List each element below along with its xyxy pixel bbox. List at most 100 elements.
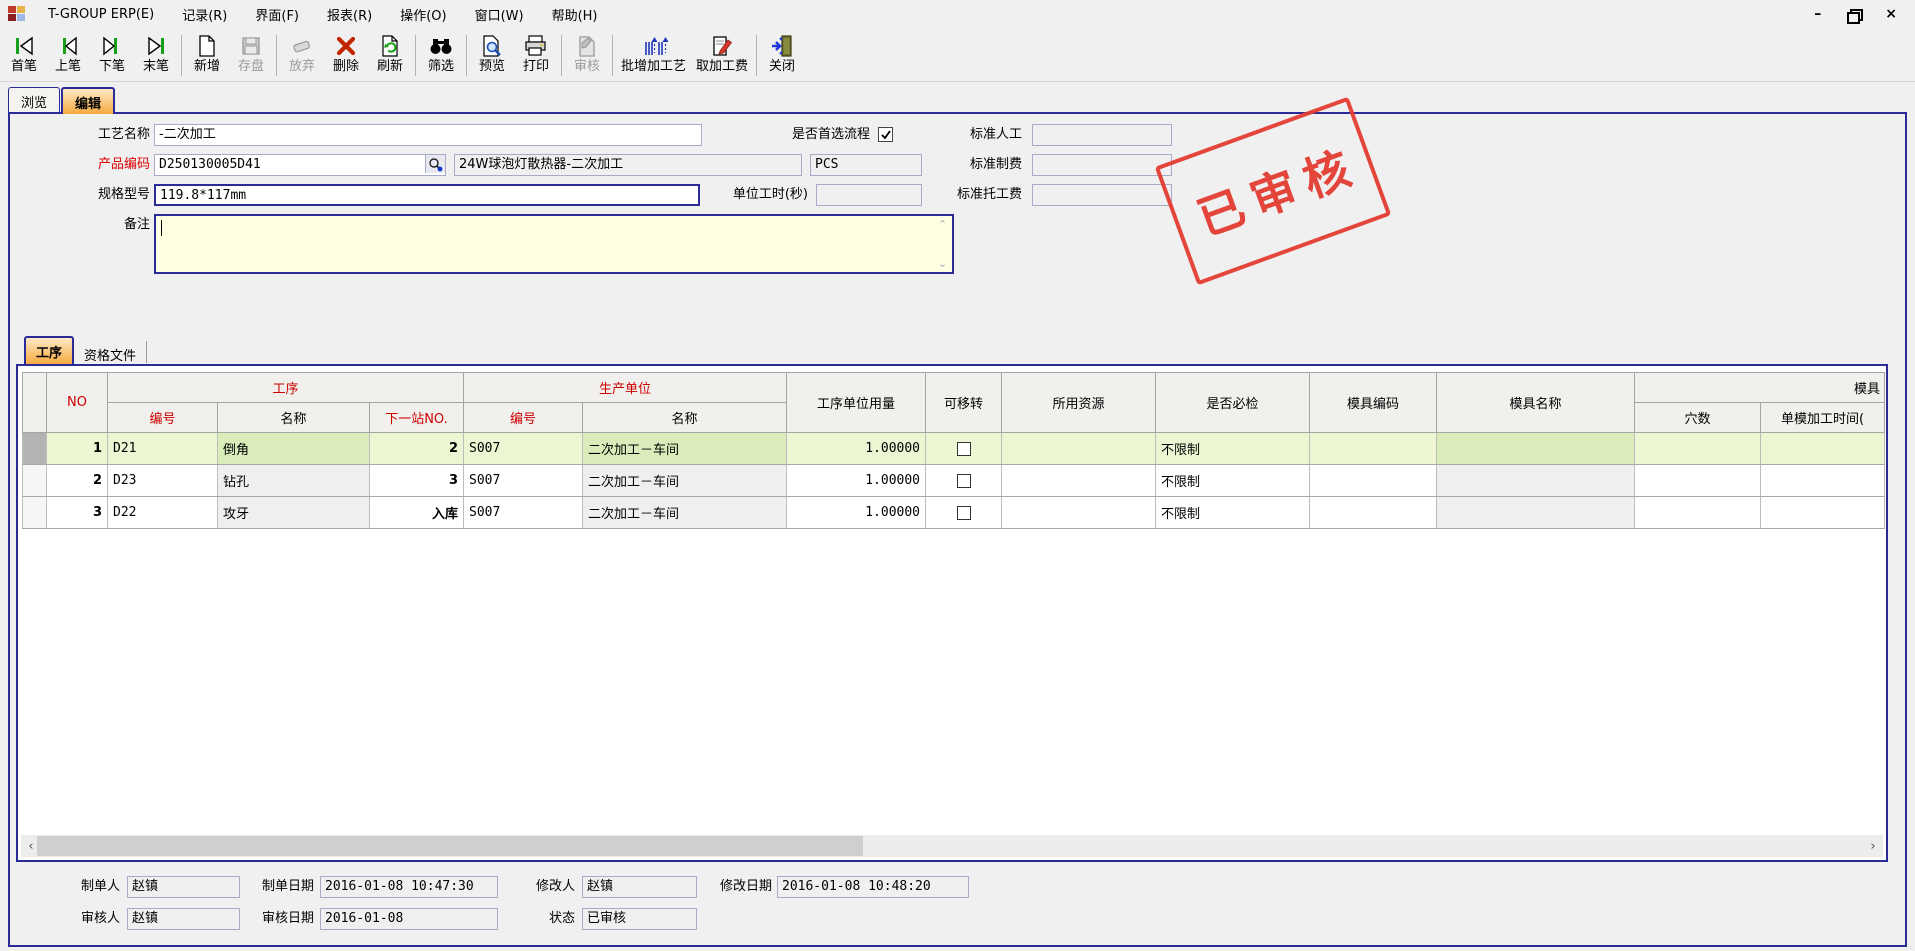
- scrollbar-thumb[interactable]: [37, 836, 863, 856]
- cell-mold-name[interactable]: [1437, 433, 1635, 465]
- subtab-process[interactable]: 工序: [24, 336, 74, 364]
- cell-unit-code[interactable]: S007: [464, 497, 583, 529]
- cell-unit-code[interactable]: S007: [464, 433, 583, 465]
- cell-next-station[interactable]: 2: [370, 433, 464, 465]
- cell-cavities[interactable]: [1635, 433, 1761, 465]
- cell-resources[interactable]: [1002, 497, 1156, 529]
- maker-label: 制单人: [40, 876, 120, 898]
- cell-mold-time[interactable]: [1761, 433, 1885, 465]
- menu-app[interactable]: T-GROUP ERP(E): [34, 2, 168, 27]
- spec-model-input[interactable]: 119.8*117mm: [154, 184, 700, 206]
- toolbar: 首笔 上笔 下笔 末笔 新增 存盘 放弃: [0, 28, 1915, 82]
- cell-mold-code[interactable]: [1310, 497, 1437, 529]
- tab-edit[interactable]: 编辑: [61, 87, 115, 114]
- menu-operation[interactable]: 操作(O): [386, 0, 460, 29]
- last-record-button[interactable]: 末笔: [134, 30, 178, 81]
- cell-mold-code[interactable]: [1310, 433, 1437, 465]
- cell-unit-usage[interactable]: 1.00000: [787, 497, 926, 529]
- cell-process-code[interactable]: D23: [108, 465, 218, 497]
- menu-window[interactable]: 窗口(W): [461, 0, 538, 29]
- cell-cavities[interactable]: [1635, 465, 1761, 497]
- refresh-button[interactable]: 刷新: [368, 30, 412, 81]
- cell-transferable[interactable]: [926, 433, 1002, 465]
- cell-no[interactable]: 1: [47, 433, 108, 465]
- preferred-flow-checkbox[interactable]: [878, 127, 893, 142]
- first-record-button[interactable]: 首笔: [2, 30, 46, 81]
- print-button[interactable]: 打印: [514, 30, 558, 81]
- delete-button[interactable]: 删除: [324, 30, 368, 81]
- table-row: 2 D23 钻孔 3 S007 二次加工－车间 1.00000 不限制: [23, 465, 1885, 497]
- std-outsource-fee-field: [1032, 184, 1172, 206]
- cell-resources[interactable]: [1002, 433, 1156, 465]
- cell-next-station[interactable]: 3: [370, 465, 464, 497]
- cell-must-check[interactable]: 不限制: [1156, 433, 1310, 465]
- row-selector[interactable]: [23, 497, 47, 529]
- transferable-checkbox[interactable]: [957, 442, 971, 456]
- cell-mold-time[interactable]: [1761, 465, 1885, 497]
- cell-unit-usage[interactable]: 1.00000: [787, 465, 926, 497]
- eraser-icon: [290, 32, 314, 59]
- cell-unit-name[interactable]: 二次加工－车间: [583, 433, 787, 465]
- batch-add-process-button[interactable]: 批增加工艺: [616, 30, 691, 81]
- cell-must-check[interactable]: 不限制: [1156, 465, 1310, 497]
- cell-process-code[interactable]: D21: [108, 433, 218, 465]
- minimize-icon[interactable]: –: [1814, 6, 1821, 22]
- restore-icon[interactable]: [1847, 9, 1859, 20]
- cell-cavities[interactable]: [1635, 497, 1761, 529]
- cell-mold-time[interactable]: [1761, 497, 1885, 529]
- col-cavities: 穴数: [1635, 403, 1761, 433]
- row-selector[interactable]: [23, 433, 47, 465]
- new-doc-icon: [196, 32, 218, 59]
- cell-process-name[interactable]: 攻牙: [218, 497, 370, 529]
- cell-unit-usage[interactable]: 1.00000: [787, 433, 926, 465]
- cell-must-check[interactable]: 不限制: [1156, 497, 1310, 529]
- horizontal-scrollbar[interactable]: ‹ ›: [21, 835, 1883, 857]
- new-button[interactable]: 新增: [185, 30, 229, 81]
- menu-interface[interactable]: 界面(F): [241, 0, 313, 29]
- cell-next-station[interactable]: 入库: [370, 497, 464, 529]
- cell-mold-code[interactable]: [1310, 465, 1437, 497]
- cell-resources[interactable]: [1002, 465, 1156, 497]
- cell-unit-code[interactable]: S007: [464, 465, 583, 497]
- tab-browse[interactable]: 浏览: [8, 87, 60, 112]
- col-mold-name: 模具名称: [1437, 373, 1635, 433]
- cell-process-name[interactable]: 倒角: [218, 433, 370, 465]
- prev-record-button[interactable]: 上笔: [46, 30, 90, 81]
- remark-textarea[interactable]: ⌃⌄: [154, 214, 954, 274]
- cell-unit-name[interactable]: 二次加工－车间: [583, 497, 787, 529]
- cell-unit-name[interactable]: 二次加工－车间: [583, 465, 787, 497]
- menu-record[interactable]: 记录(R): [168, 0, 241, 29]
- cell-process-code[interactable]: D22: [108, 497, 218, 529]
- cell-mold-name[interactable]: [1437, 497, 1635, 529]
- scroll-down-icon[interactable]: ⌄: [938, 257, 947, 270]
- preview-button[interactable]: 预览: [470, 30, 514, 81]
- next-record-button[interactable]: 下笔: [90, 30, 134, 81]
- subtab-qualification-docs[interactable]: 资格文件: [74, 341, 147, 363]
- audit-date-label: 审核日期: [244, 908, 314, 930]
- audit-button: 审核: [565, 30, 609, 81]
- transferable-checkbox[interactable]: [957, 474, 971, 488]
- spec-model-label: 规格型号: [40, 184, 150, 206]
- get-processing-fee-button[interactable]: 取加工费: [691, 30, 753, 81]
- cell-transferable[interactable]: [926, 497, 1002, 529]
- cell-mold-name[interactable]: [1437, 465, 1635, 497]
- transferable-checkbox[interactable]: [957, 506, 971, 520]
- product-code-input[interactable]: D250130005D41: [154, 154, 446, 176]
- remark-scrollbar[interactable]: ⌃⌄: [935, 218, 950, 270]
- process-name-input[interactable]: -二次加工: [154, 124, 702, 146]
- scroll-right-icon[interactable]: ›: [1863, 839, 1883, 854]
- toolbar-label: 放弃: [289, 59, 315, 74]
- scroll-up-icon[interactable]: ⌃: [938, 218, 947, 231]
- close-icon[interactable]: ×: [1885, 6, 1897, 22]
- cell-no[interactable]: 2: [47, 465, 108, 497]
- cell-no[interactable]: 3: [47, 497, 108, 529]
- filter-button[interactable]: 筛选: [419, 30, 463, 81]
- remark-label: 备注: [40, 214, 150, 236]
- product-lookup-button[interactable]: [425, 155, 445, 173]
- cell-transferable[interactable]: [926, 465, 1002, 497]
- close-form-button[interactable]: 关闭: [760, 30, 804, 81]
- menu-report[interactable]: 报表(R): [313, 0, 386, 29]
- menu-help[interactable]: 帮助(H): [538, 0, 612, 29]
- cell-process-name[interactable]: 钻孔: [218, 465, 370, 497]
- row-selector[interactable]: [23, 465, 47, 497]
